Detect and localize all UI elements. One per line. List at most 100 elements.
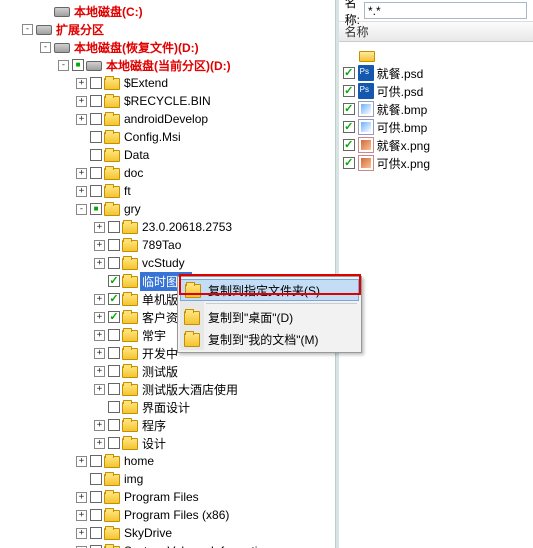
- tree-row[interactable]: +设计: [4, 434, 335, 452]
- folder-icon: [122, 222, 138, 234]
- column-header-name[interactable]: 名称: [339, 22, 533, 42]
- expand-icon[interactable]: +: [76, 510, 87, 521]
- tree-checkbox[interactable]: [90, 113, 102, 125]
- tree-row[interactable]: Data: [4, 146, 335, 164]
- tree-row[interactable]: +23.0.20618.2753: [4, 218, 335, 236]
- collapse-icon[interactable]: -: [40, 42, 51, 53]
- expand-icon[interactable]: +: [76, 456, 87, 467]
- expand-icon[interactable]: +: [94, 420, 105, 431]
- tree-row[interactable]: -本地磁盘(当前分区)(D:): [4, 56, 335, 74]
- tree-checkbox[interactable]: [90, 149, 102, 161]
- menu-copy-to-desktop[interactable]: 复制到"桌面"(D): [180, 306, 359, 328]
- tree-row[interactable]: +测试版: [4, 362, 335, 380]
- filter-input[interactable]: [364, 2, 527, 19]
- tree-checkbox[interactable]: [72, 59, 84, 71]
- tree-label: 扩展分区: [54, 20, 106, 39]
- tree-row[interactable]: Config.Msi: [4, 128, 335, 146]
- expand-icon[interactable]: +: [94, 258, 105, 269]
- tree-checkbox[interactable]: [108, 419, 120, 431]
- tree-row[interactable]: +$Extend: [4, 74, 335, 92]
- tree-row[interactable]: +doc: [4, 164, 335, 182]
- tree-checkbox[interactable]: [90, 527, 102, 539]
- tree-checkbox[interactable]: [108, 293, 120, 305]
- parent-folder-row[interactable]: [341, 46, 531, 64]
- tree-row[interactable]: -本地磁盘(恢复文件)(D:): [4, 38, 335, 56]
- expand-icon[interactable]: +: [94, 366, 105, 377]
- menu-copy-to-documents[interactable]: 复制到"我的文档"(M): [180, 328, 359, 350]
- file-row[interactable]: 就餐x.png: [341, 136, 531, 154]
- expand-icon[interactable]: +: [94, 222, 105, 233]
- file-row[interactable]: 就餐.psd: [341, 64, 531, 82]
- file-checkbox[interactable]: [343, 85, 355, 97]
- expand-icon[interactable]: +: [76, 78, 87, 89]
- expand-icon[interactable]: +: [94, 438, 105, 449]
- tree-row[interactable]: +程序: [4, 416, 335, 434]
- file-checkbox[interactable]: [343, 139, 355, 151]
- tree-checkbox[interactable]: [90, 203, 102, 215]
- file-row[interactable]: 可供x.png: [341, 154, 531, 172]
- tree-checkbox[interactable]: [90, 473, 102, 485]
- expand-icon[interactable]: +: [94, 384, 105, 395]
- tree-checkbox[interactable]: [108, 329, 120, 341]
- tree-row[interactable]: +System Volume Information: [4, 542, 335, 548]
- file-checkbox[interactable]: [343, 103, 355, 115]
- menu-copy-to-folder[interactable]: 复制到指定文件夹(S)...: [180, 279, 359, 301]
- expand-icon[interactable]: +: [76, 114, 87, 125]
- tree-row[interactable]: +vcStudy: [4, 254, 335, 272]
- expand-icon[interactable]: +: [76, 168, 87, 179]
- tree-row[interactable]: +测试版大酒店使用: [4, 380, 335, 398]
- expand-icon[interactable]: +: [94, 348, 105, 359]
- expand-icon[interactable]: +: [94, 294, 105, 305]
- tree-checkbox[interactable]: [108, 347, 120, 359]
- tree-row[interactable]: +Program Files (x86): [4, 506, 335, 524]
- tree-row[interactable]: +androidDevelop: [4, 110, 335, 128]
- folder-tree[interactable]: 本地磁盘(C:)-扩展分区-本地磁盘(恢复文件)(D:)-本地磁盘(当前分区)(…: [0, 0, 335, 548]
- file-row[interactable]: 就餐.bmp: [341, 100, 531, 118]
- tree-row[interactable]: 界面设计: [4, 398, 335, 416]
- expand-icon[interactable]: +: [76, 528, 87, 539]
- tree-checkbox[interactable]: [90, 185, 102, 197]
- file-checkbox[interactable]: [343, 121, 355, 133]
- tree-row[interactable]: +SkyDrive: [4, 524, 335, 542]
- collapse-icon[interactable]: -: [58, 60, 69, 71]
- tree-checkbox[interactable]: [108, 257, 120, 269]
- tree-checkbox[interactable]: [90, 491, 102, 503]
- tree-checkbox[interactable]: [108, 275, 120, 287]
- tree-checkbox[interactable]: [108, 437, 120, 449]
- tree-row[interactable]: +Program Files: [4, 488, 335, 506]
- file-checkbox[interactable]: [343, 157, 355, 169]
- tree-row[interactable]: -gry: [4, 200, 335, 218]
- collapse-icon[interactable]: -: [76, 204, 87, 215]
- file-row[interactable]: 可供.bmp: [341, 118, 531, 136]
- tree-row[interactable]: img: [4, 470, 335, 488]
- expand-icon[interactable]: +: [76, 96, 87, 107]
- expand-icon[interactable]: +: [94, 330, 105, 341]
- expand-icon[interactable]: +: [76, 186, 87, 197]
- tree-checkbox[interactable]: [90, 77, 102, 89]
- tree-checkbox[interactable]: [108, 221, 120, 233]
- tree-checkbox[interactable]: [108, 383, 120, 395]
- tree-checkbox[interactable]: [108, 365, 120, 377]
- expand-icon[interactable]: +: [76, 492, 87, 503]
- tree-row[interactable]: +$RECYCLE.BIN: [4, 92, 335, 110]
- tree-row[interactable]: +home: [4, 452, 335, 470]
- collapse-icon[interactable]: -: [22, 24, 33, 35]
- tree-checkbox[interactable]: [90, 95, 102, 107]
- folder-icon: [104, 510, 120, 522]
- file-checkbox[interactable]: [343, 67, 355, 79]
- expand-icon[interactable]: +: [94, 240, 105, 251]
- tree-row[interactable]: +789Tao: [4, 236, 335, 254]
- tree-checkbox[interactable]: [90, 131, 102, 143]
- tree-checkbox[interactable]: [108, 239, 120, 251]
- tree-row[interactable]: - 扩展分区: [4, 20, 335, 38]
- tree-checkbox[interactable]: [90, 167, 102, 179]
- tree-row[interactable]: +ft: [4, 182, 335, 200]
- tree-checkbox[interactable]: [90, 509, 102, 521]
- tree-checkbox[interactable]: [108, 311, 120, 323]
- tree-checkbox[interactable]: [108, 401, 120, 413]
- expand-icon[interactable]: +: [94, 312, 105, 323]
- menu-label: 复制到"桌面"(D): [208, 309, 293, 326]
- tree-row[interactable]: 本地磁盘(C:): [4, 2, 335, 20]
- tree-checkbox[interactable]: [90, 455, 102, 467]
- file-row[interactable]: 可供.psd: [341, 82, 531, 100]
